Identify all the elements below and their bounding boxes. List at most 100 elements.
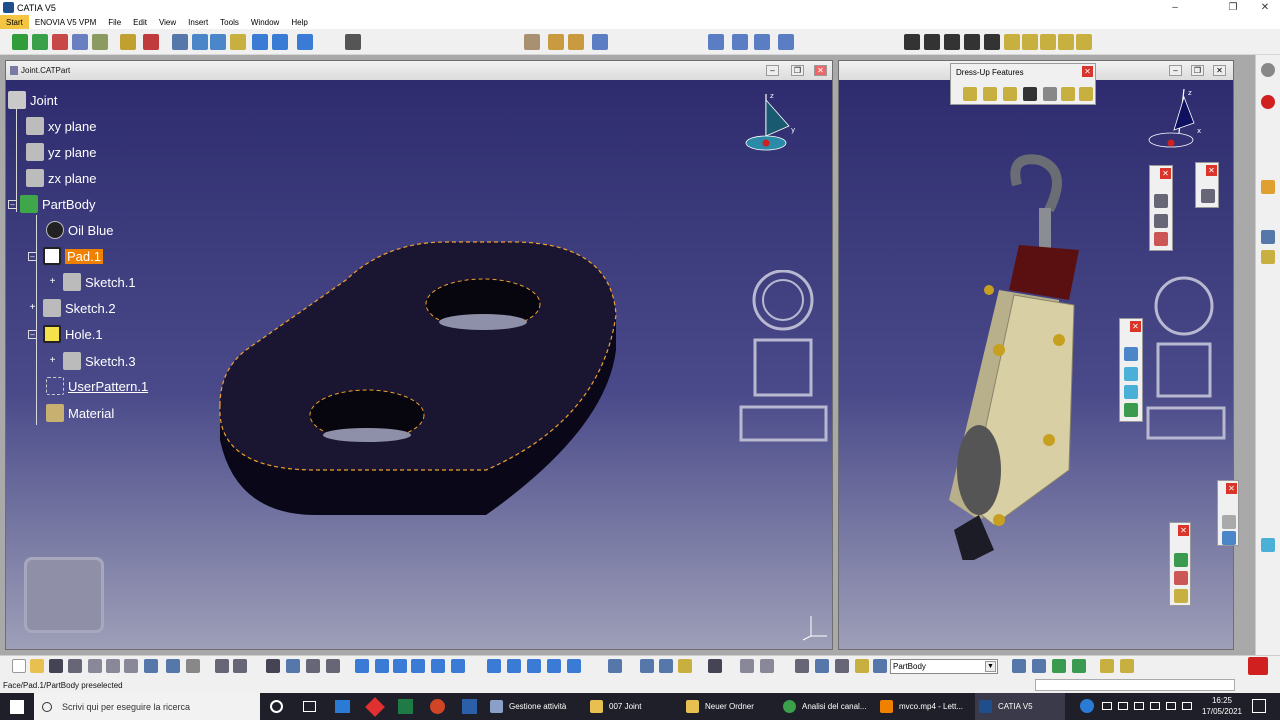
- snap-icon[interactable]: [52, 34, 68, 50]
- joint-part-model[interactable]: [206, 230, 646, 530]
- update-icon[interactable]: [608, 659, 622, 673]
- people-icon[interactable]: [1102, 702, 1112, 710]
- stop-icon[interactable]: [1261, 95, 1275, 109]
- join-surface-icon[interactable]: [1124, 403, 1138, 417]
- gear-icon[interactable]: [1261, 63, 1275, 77]
- manipulate-icon[interactable]: [120, 34, 136, 50]
- surface-icon[interactable]: [230, 34, 246, 50]
- marker-icon[interactable]: [1154, 232, 1168, 246]
- formula-icon[interactable]: [215, 659, 229, 673]
- front-view-square-icon[interactable]: [753, 338, 813, 397]
- left-viewer-minimize-button[interactable]: –: [766, 65, 779, 76]
- pan-view-icon[interactable]: [375, 659, 389, 673]
- diamond-app-icon[interactable]: [365, 697, 385, 717]
- excel-icon[interactable]: [398, 699, 413, 714]
- windows-start-icon[interactable]: [10, 700, 24, 714]
- stiffener-icon[interactable]: [1040, 34, 1056, 50]
- menu-file[interactable]: File: [102, 15, 127, 29]
- body-select-dropdown[interactable]: PartBody ▼: [890, 659, 998, 674]
- transform-icon[interactable]: [732, 34, 748, 50]
- tree-item-oil-blue[interactable]: Oil Blue: [46, 221, 114, 239]
- union-trim-icon[interactable]: [1072, 659, 1086, 673]
- cut-icon[interactable]: [88, 659, 102, 673]
- task-view-icon[interactable]: [303, 701, 316, 712]
- zoom-in-icon[interactable]: [411, 659, 425, 673]
- groove-icon[interactable]: [964, 34, 980, 50]
- multi-view-icon[interactable]: [487, 659, 501, 673]
- fill-surface-icon[interactable]: [1124, 385, 1138, 399]
- taskbar-vlc[interactable]: mvco.mp4 - Lett...: [880, 693, 970, 720]
- compass-reset-icon[interactable]: [760, 659, 774, 673]
- reference-icon[interactable]: [835, 659, 849, 673]
- remove-face-icon[interactable]: [1079, 87, 1093, 101]
- rotate-icon[interactable]: [1174, 571, 1188, 585]
- surface-toolbar-close-button[interactable]: ✕: [1130, 321, 1141, 332]
- menu-window[interactable]: Window: [245, 15, 285, 29]
- new-icon[interactable]: [12, 659, 26, 673]
- rotate-view-icon[interactable]: [393, 659, 407, 673]
- annotation-toolbar-close-button[interactable]: ✕: [1160, 168, 1171, 179]
- compass-icon[interactable]: [72, 34, 88, 50]
- geometry-icon[interactable]: [815, 659, 829, 673]
- fit-all-icon[interactable]: [355, 659, 369, 673]
- overview-thumbnail[interactable]: [24, 557, 104, 633]
- pan-icon[interactable]: [32, 34, 48, 50]
- feature-2-icon[interactable]: [568, 34, 584, 50]
- network-icon[interactable]: [1118, 702, 1128, 710]
- reorder-icon[interactable]: [740, 659, 754, 673]
- fillet-icon[interactable]: [963, 87, 977, 101]
- remove-loft-icon[interactable]: [1076, 34, 1092, 50]
- sketcher-icon[interactable]: [1201, 189, 1215, 203]
- expand-icon[interactable]: +: [28, 302, 37, 313]
- axis-icon[interactable]: [778, 34, 794, 50]
- loft-icon[interactable]: [1058, 34, 1074, 50]
- menu-insert[interactable]: Insert: [182, 15, 214, 29]
- plane-tool-icon[interactable]: [1261, 250, 1275, 264]
- constraint-icon[interactable]: [524, 34, 540, 50]
- taskbar-folder-joint[interactable]: 007 Joint: [590, 693, 678, 720]
- pad-icon[interactable]: [904, 34, 920, 50]
- language-icon[interactable]: [1182, 702, 1192, 710]
- constraint-dim-icon[interactable]: [1222, 531, 1236, 545]
- pocket-icon[interactable]: [924, 34, 940, 50]
- capture-icon[interactable]: [708, 659, 722, 673]
- sweep-surface-icon[interactable]: [1124, 367, 1138, 381]
- view-manipulator[interactable]: [739, 270, 829, 450]
- scale-icon[interactable]: [708, 34, 724, 50]
- pointer-icon[interactable]: [1261, 180, 1275, 194]
- left-viewer-restore-button[interactable]: ❐: [791, 65, 804, 76]
- analysis-icon[interactable]: [592, 34, 608, 50]
- collapse-icon[interactable]: –: [8, 199, 17, 209]
- tree-item-sketch-3[interactable]: + Sketch.3: [48, 352, 136, 370]
- catalog-icon[interactable]: [306, 659, 320, 673]
- assemble-icon[interactable]: [1052, 659, 1066, 673]
- move-icon[interactable]: [12, 34, 28, 50]
- left-viewport[interactable]: Joint xy plane yz plane zx plane – PartB…: [6, 80, 832, 649]
- work-object-icon[interactable]: [855, 659, 869, 673]
- volume-icon[interactable]: [1166, 702, 1176, 710]
- dimension-icon[interactable]: [795, 659, 809, 673]
- draft-icon[interactable]: [1003, 87, 1017, 101]
- wifi-icon[interactable]: [1150, 702, 1160, 710]
- menu-edit[interactable]: Edit: [127, 15, 153, 29]
- menu-start[interactable]: Start: [0, 15, 29, 29]
- extrude-surface-icon[interactable]: [1124, 347, 1138, 361]
- mail-app-icon[interactable]: [335, 700, 350, 713]
- point-icon[interactable]: [172, 34, 188, 50]
- flag-note-icon[interactable]: [1154, 214, 1168, 228]
- notification-icon[interactable]: [1252, 699, 1266, 713]
- tree-item-sketch-1[interactable]: + Sketch.1: [48, 273, 136, 291]
- collapse-icon[interactable]: –: [28, 329, 37, 339]
- symmetry-icon[interactable]: [754, 34, 770, 50]
- right-viewer-close-button[interactable]: ✕: [1213, 65, 1226, 76]
- text-annotation-icon[interactable]: [1154, 194, 1168, 208]
- measure-between-icon[interactable]: [640, 659, 654, 673]
- minimize-button[interactable]: –: [1160, 0, 1190, 15]
- hide-show-icon[interactable]: [547, 659, 561, 673]
- swap-space-icon[interactable]: [567, 659, 581, 673]
- help-circle-icon[interactable]: [1080, 699, 1094, 713]
- print-icon[interactable]: [68, 659, 82, 673]
- line-icon[interactable]: [192, 34, 208, 50]
- collapse-icon[interactable]: –: [28, 251, 37, 261]
- rib-icon[interactable]: [1004, 34, 1020, 50]
